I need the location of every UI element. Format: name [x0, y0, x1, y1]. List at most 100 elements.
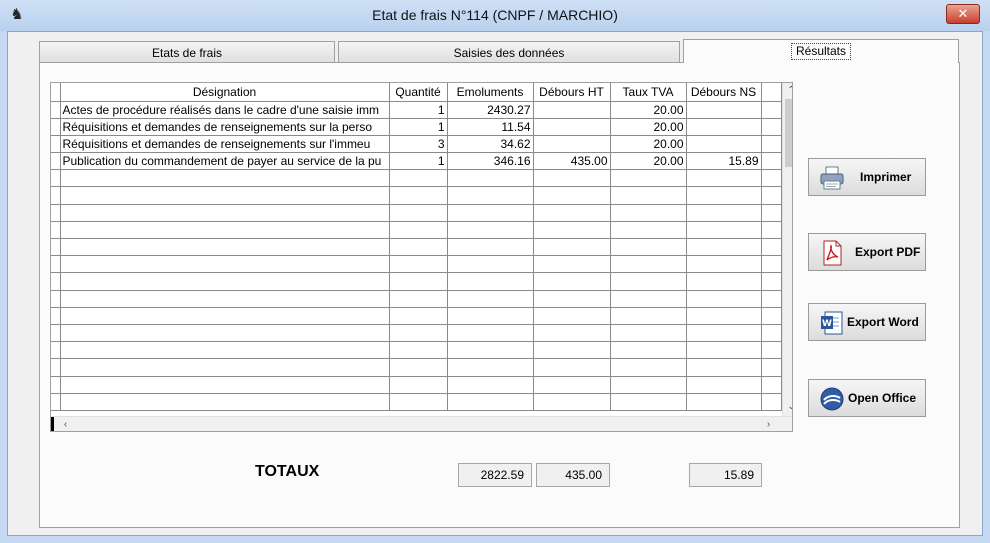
cell-designation[interactable]: Actes de procédure réalisés dans le cadr…: [60, 101, 390, 119]
cell-debours-ht[interactable]: 435.00: [533, 152, 611, 171]
empty-table-row[interactable]: [51, 221, 782, 240]
empty-cell[interactable]: [389, 255, 448, 274]
column-header-debours-ht[interactable]: Débours HT: [533, 83, 611, 102]
empty-cell[interactable]: [60, 186, 390, 205]
column-header-emoluments[interactable]: Emoluments: [447, 83, 534, 102]
empty-cell[interactable]: [533, 238, 611, 257]
empty-cell[interactable]: [389, 324, 448, 343]
empty-cell[interactable]: [686, 341, 762, 360]
empty-cell[interactable]: [389, 272, 448, 291]
empty-cell[interactable]: [60, 221, 390, 240]
empty-cell[interactable]: [533, 186, 611, 205]
empty-cell[interactable]: [533, 290, 611, 308]
empty-cell[interactable]: [610, 376, 687, 394]
empty-cell[interactable]: [60, 238, 390, 257]
empty-cell[interactable]: [686, 393, 762, 411]
empty-cell[interactable]: [686, 221, 762, 240]
empty-cell[interactable]: [686, 358, 762, 377]
empty-cell[interactable]: [761, 169, 782, 188]
row-header[interactable]: [51, 135, 61, 154]
empty-cell[interactable]: [389, 393, 448, 411]
empty-cell[interactable]: [389, 307, 448, 325]
empty-cell[interactable]: [447, 376, 534, 394]
table-row[interactable]: Publication du commandement de payer au …: [51, 152, 782, 171]
empty-cell[interactable]: [60, 272, 390, 291]
empty-table-row[interactable]: [51, 307, 782, 325]
empty-cell[interactable]: [389, 341, 448, 360]
empty-cell[interactable]: [389, 186, 448, 205]
empty-cell[interactable]: [447, 255, 534, 274]
cell-debours-ht[interactable]: [533, 118, 611, 136]
empty-table-row[interactable]: [51, 376, 782, 394]
imprimer-button[interactable]: Imprimer: [808, 158, 926, 196]
row-header[interactable]: [51, 255, 61, 274]
cell-designation[interactable]: Réquisitions et demandes de renseignemen…: [60, 118, 390, 136]
empty-cell[interactable]: [389, 221, 448, 240]
horizontal-scroll-thumb[interactable]: [51, 417, 54, 431]
table-row[interactable]: Réquisitions et demandes de renseignemen…: [51, 118, 782, 136]
empty-cell[interactable]: [761, 255, 782, 274]
empty-cell[interactable]: [761, 290, 782, 308]
empty-cell[interactable]: [60, 204, 390, 222]
vertical-scrollbar[interactable]: ⌃ ⌄: [782, 83, 792, 416]
empty-cell[interactable]: [761, 204, 782, 222]
empty-cell[interactable]: [761, 238, 782, 257]
empty-cell[interactable]: [610, 272, 687, 291]
empty-cell[interactable]: [60, 358, 390, 377]
empty-table-row[interactable]: [51, 272, 782, 291]
scroll-left-icon[interactable]: ‹: [57, 417, 74, 431]
table-row[interactable]: Réquisitions et demandes de renseignemen…: [51, 135, 782, 154]
row-header[interactable]: [51, 169, 61, 188]
empty-cell[interactable]: [533, 169, 611, 188]
cell-designation[interactable]: Réquisitions et demandes de renseignemen…: [60, 135, 390, 154]
tab-etats-de-frais[interactable]: Etats de frais: [39, 41, 335, 64]
cell-debours-ns[interactable]: [686, 135, 762, 154]
empty-cell[interactable]: [686, 169, 762, 188]
export-word-button[interactable]: W Export Word: [808, 303, 926, 341]
vertical-scroll-thumb[interactable]: [785, 99, 792, 167]
empty-cell[interactable]: [447, 186, 534, 205]
empty-table-row[interactable]: [51, 290, 782, 308]
empty-cell[interactable]: [533, 272, 611, 291]
close-button[interactable]: ✕: [946, 4, 980, 24]
empty-cell[interactable]: [686, 238, 762, 257]
empty-cell[interactable]: [60, 393, 390, 411]
empty-cell[interactable]: [389, 238, 448, 257]
empty-cell[interactable]: [610, 186, 687, 205]
empty-cell[interactable]: [761, 307, 782, 325]
empty-cell[interactable]: [533, 358, 611, 377]
empty-table-row[interactable]: [51, 393, 782, 411]
row-header[interactable]: [51, 307, 61, 325]
empty-table-row[interactable]: [51, 238, 782, 257]
empty-cell[interactable]: [610, 169, 687, 188]
empty-table-row[interactable]: [51, 204, 782, 222]
empty-cell[interactable]: [60, 255, 390, 274]
empty-cell[interactable]: [533, 376, 611, 394]
scroll-down-icon[interactable]: ⌄: [783, 399, 792, 415]
empty-cell[interactable]: [761, 376, 782, 394]
row-header[interactable]: [51, 118, 61, 136]
empty-cell[interactable]: [610, 341, 687, 360]
empty-cell[interactable]: [610, 358, 687, 377]
empty-cell[interactable]: [447, 324, 534, 343]
column-header-designation[interactable]: Désignation: [60, 83, 390, 102]
empty-cell[interactable]: [610, 393, 687, 411]
column-header-debours-ns[interactable]: Débours NS: [686, 83, 762, 102]
empty-cell[interactable]: [686, 324, 762, 343]
cell-taux-tva[interactable]: 20.00: [610, 118, 687, 136]
row-header[interactable]: [51, 290, 61, 308]
empty-cell[interactable]: [389, 376, 448, 394]
table-row[interactable]: Actes de procédure réalisés dans le cadr…: [51, 101, 782, 119]
empty-table-row[interactable]: [51, 324, 782, 343]
cell-quantite[interactable]: 1: [389, 152, 448, 171]
row-header[interactable]: [51, 238, 61, 257]
cell-emoluments[interactable]: 11.54: [447, 118, 534, 136]
empty-cell[interactable]: [610, 290, 687, 308]
tab-resultats[interactable]: Résultats: [683, 39, 959, 63]
cell-emoluments[interactable]: 346.16: [447, 152, 534, 171]
cell-designation[interactable]: Publication du commandement de payer au …: [60, 152, 390, 171]
empty-cell[interactable]: [686, 255, 762, 274]
empty-cell[interactable]: [447, 393, 534, 411]
cell-taux-tva[interactable]: 20.00: [610, 101, 687, 119]
empty-cell[interactable]: [389, 290, 448, 308]
